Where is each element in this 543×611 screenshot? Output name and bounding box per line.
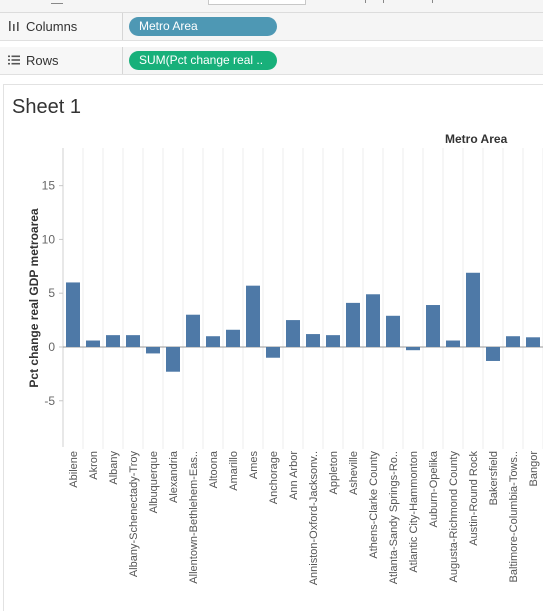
x-category-label[interactable]: Allentown-Bethlehem-Eas..	[188, 451, 200, 584]
bar-atlanta-sandy-springs-ro[interactable]	[386, 315, 400, 347]
y-tick-label: -5	[44, 394, 55, 408]
bar-baltimore-columbia-tows[interactable]	[506, 336, 520, 347]
x-category-label[interactable]: Anniston-Oxford-Jacksonv..	[308, 451, 320, 585]
x-category-label[interactable]: Ann Arbor	[288, 451, 300, 500]
bar-alexandria[interactable]	[166, 346, 180, 372]
bar-athens-clarke-county[interactable]	[366, 294, 380, 347]
x-category-label[interactable]: Alexandria	[168, 450, 180, 503]
x-category-label[interactable]: Auburn-Opelika	[428, 450, 440, 527]
x-category-label[interactable]: Appleton	[328, 451, 340, 494]
bar-bakersfield[interactable]	[486, 346, 500, 361]
bar-anchorage[interactable]	[266, 346, 280, 358]
bar-bangor[interactable]	[526, 337, 540, 347]
bar-albany-schenectady-troy[interactable]	[126, 335, 140, 347]
x-category-label[interactable]: Austin-Round Rock	[468, 451, 480, 546]
x-category-label[interactable]: Albuquerque	[148, 451, 160, 513]
x-category-label[interactable]: Anchorage	[268, 451, 280, 504]
bar-anniston-oxford-jacksonv[interactable]	[306, 334, 320, 347]
bar-abilene[interactable]	[66, 282, 80, 347]
bar-altoona[interactable]	[206, 336, 220, 347]
bar-albany[interactable]	[106, 335, 120, 347]
x-category-label[interactable]: Ames	[248, 451, 260, 480]
bar-amarillo[interactable]	[226, 329, 240, 347]
bar-asheville[interactable]	[346, 302, 360, 347]
x-category-label[interactable]: Baltimore-Columbia-Tows..	[508, 451, 520, 582]
x-category-label[interactable]: Athens-Clarke County	[368, 451, 380, 559]
x-category-label[interactable]: Atlantic City-Hammonton	[408, 451, 420, 573]
bar-albuquerque[interactable]	[146, 346, 160, 354]
bar-austin-round-rock[interactable]	[466, 272, 480, 347]
bar-akron[interactable]	[86, 340, 100, 347]
bar-atlantic-city-hammonton[interactable]	[406, 346, 420, 351]
x-category-label[interactable]: Atlanta-Sandy Springs-Ro..	[388, 451, 400, 584]
y-tick-label: 15	[42, 179, 56, 193]
bar-appleton[interactable]	[326, 335, 340, 347]
y-tick-label: 5	[48, 286, 55, 300]
bar-ames[interactable]	[246, 285, 260, 347]
bar-chart: 15 10 5 0 -5 Abilene Akron Albany Albany-Schenec…	[42, 148, 543, 585]
bar-augusta-richmond-county[interactable]	[446, 340, 460, 347]
bar-allentown-bethlehem-eas[interactable]	[186, 314, 200, 347]
x-category-label[interactable]: Albany	[108, 451, 120, 485]
x-category-label[interactable]: Bangor	[528, 451, 540, 487]
x-category-label[interactable]: Abilene	[68, 451, 80, 488]
bar-ann-arbor[interactable]	[286, 320, 300, 347]
x-category-label[interactable]: Amarillo	[228, 451, 240, 491]
x-category-label[interactable]: Albany-Schenectady-Troy	[128, 451, 140, 578]
x-category-label[interactable]: Akron	[88, 451, 100, 480]
y-tick-label: 10	[42, 232, 56, 246]
x-category-label[interactable]: Altoona	[208, 450, 220, 488]
y-tick-label: 0	[48, 340, 55, 354]
x-category-label[interactable]: Bakersfield	[488, 451, 500, 505]
bar-auburn-opelika[interactable]	[426, 305, 440, 347]
x-category-label[interactable]: Augusta-Richmond County	[448, 451, 460, 583]
x-category-label[interactable]: Asheville	[348, 451, 360, 495]
